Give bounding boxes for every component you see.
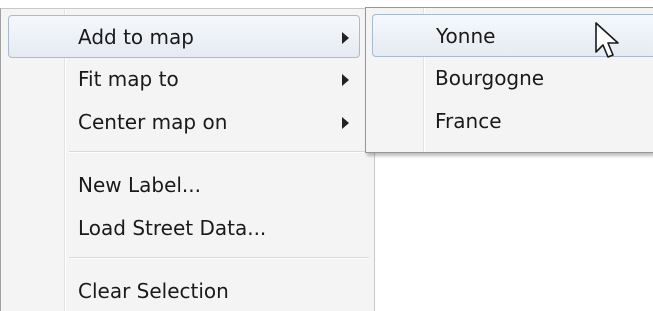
menu-item-label: Center map on <box>78 110 228 134</box>
menu-item-fit-map-to[interactable]: Fit map to <box>1 58 374 101</box>
submenu-item-label: Bourgogne <box>435 66 545 90</box>
menu-item-clear-selection[interactable]: Clear Selection <box>1 270 374 311</box>
menu-item-label: Clear Selection <box>78 279 229 303</box>
menu-separator <box>69 257 369 259</box>
menu-item-load-street-data[interactable]: Load Street Data... <box>1 207 374 250</box>
menu-item-add-to-map[interactable]: Add to map <box>8 15 360 58</box>
context-menu: Add to map Fit map to Center map on New … <box>0 8 375 311</box>
menu-item-label: Fit map to <box>78 67 179 91</box>
submenu-item-label: France <box>435 109 502 133</box>
mouse-pointer-icon <box>595 22 619 58</box>
menu-separator <box>69 151 369 153</box>
menu-item-label: Load Street Data... <box>78 216 267 240</box>
chevron-right-icon <box>342 32 349 44</box>
submenu-item-france[interactable]: France <box>366 100 653 143</box>
chevron-right-icon <box>342 117 349 129</box>
submenu-item-bourgogne[interactable]: Bourgogne <box>366 57 653 100</box>
menu-item-label: New Label... <box>78 173 202 197</box>
screen: Add to map Fit map to Center map on New … <box>0 0 653 311</box>
menu-item-label: Add to map <box>78 25 194 49</box>
menu-item-center-map-on[interactable]: Center map on <box>1 101 374 144</box>
menu-item-new-label[interactable]: New Label... <box>1 164 374 207</box>
submenu-item-label: Yonne <box>436 24 496 48</box>
chevron-right-icon <box>342 74 349 86</box>
